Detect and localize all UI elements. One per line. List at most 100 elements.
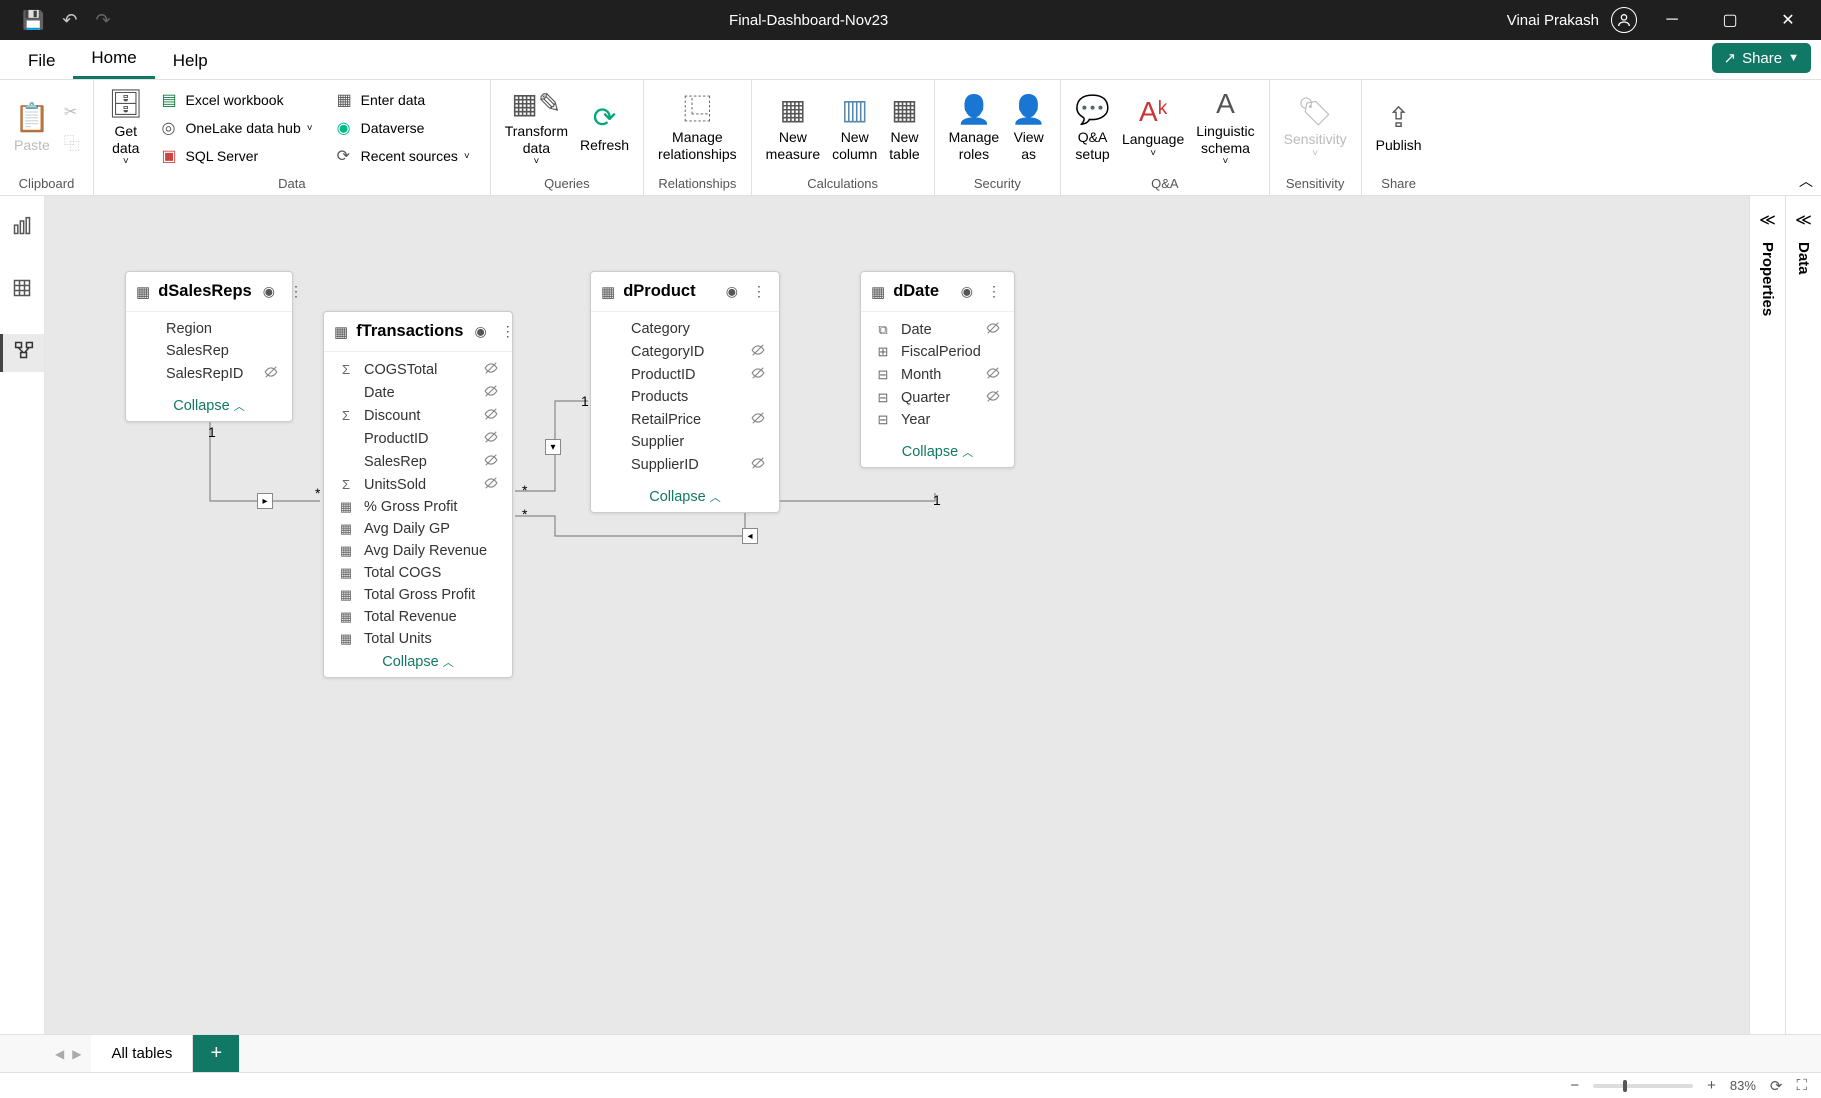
onelake-hub-button[interactable]: ◎OneLake data hub ˅ — [158, 115, 317, 141]
table-dsalesreps[interactable]: ▦ dSalesReps ◉ ⋮ RegionSalesRepSalesRepI… — [125, 271, 293, 422]
minimize-icon[interactable]: ─ — [1649, 11, 1695, 29]
manage-roles-button[interactable]: 👤Manageroles — [943, 84, 1006, 172]
copy-icon[interactable]: ⿻ — [64, 130, 80, 154]
more-options-icon[interactable]: ⋮ — [286, 283, 306, 300]
collapse-button[interactable]: Collapse ︿ — [324, 647, 512, 677]
sql-server-button[interactable]: ▣SQL Server — [158, 143, 317, 169]
table-field[interactable]: ΣDiscount — [324, 404, 512, 427]
table-field[interactable]: ▦% Gross Profit — [324, 496, 512, 518]
close-icon[interactable]: ✕ — [1765, 10, 1811, 30]
zoom-slider[interactable] — [1593, 1084, 1693, 1088]
cut-icon[interactable]: ✂ — [64, 102, 80, 122]
excel-workbook-button[interactable]: ▤Excel workbook — [158, 87, 317, 113]
table-ftransactions[interactable]: ▦ fTransactions ◉ ⋮ ΣCOGSTotalDateΣDisco… — [323, 311, 513, 678]
table-ddate[interactable]: ▦ dDate ◉ ⋮ ⧉Date⊞FiscalPeriod⊟Month⊟Qua… — [860, 271, 1015, 468]
table-field[interactable]: ⊟Month — [861, 363, 1014, 386]
ribbon-collapse-icon[interactable]: ︿ — [1799, 171, 1813, 191]
tab-home[interactable]: Home — [73, 40, 154, 79]
recent-sources-button[interactable]: ⟳Recent sources ˅ — [333, 143, 474, 169]
new-measure-button[interactable]: ▦Newmeasure — [760, 84, 826, 172]
properties-panel[interactable]: ≪ Properties — [1749, 196, 1785, 1034]
table-field[interactable]: SupplierID — [591, 453, 779, 476]
zoom-level[interactable]: 83% — [1730, 1078, 1756, 1093]
table-field[interactable]: Category — [591, 318, 779, 340]
table-field[interactable]: SalesRep — [126, 340, 292, 362]
table-field[interactable]: Date — [324, 381, 512, 404]
dataverse-button[interactable]: ◉Dataverse — [333, 115, 474, 141]
table-field[interactable]: ΣCOGSTotal — [324, 358, 512, 381]
data-view-icon[interactable] — [0, 272, 44, 310]
table-field[interactable]: ProductID — [324, 427, 512, 450]
visibility-icon[interactable]: ◉ — [260, 283, 278, 300]
table-field[interactable]: Products — [591, 386, 779, 408]
field-name: Quarter — [901, 390, 976, 406]
table-field[interactable]: ⊞FiscalPeriod — [861, 341, 1014, 363]
new-table-button[interactable]: ▦Newtable — [883, 84, 925, 172]
table-field[interactable]: SalesRepID — [126, 362, 292, 385]
cardinality-many: * — [313, 485, 322, 501]
table-field[interactable]: ProductID — [591, 363, 779, 386]
reset-zoom-icon[interactable]: ⟳ — [1770, 1077, 1783, 1095]
collapse-button[interactable]: Collapse ︿ — [861, 437, 1014, 467]
table-field[interactable]: Region — [126, 318, 292, 340]
add-tab-button[interactable]: + — [193, 1035, 239, 1072]
tab-all-tables[interactable]: All tables — [91, 1035, 193, 1072]
more-options-icon[interactable]: ⋮ — [749, 283, 769, 300]
user-avatar-icon[interactable] — [1611, 7, 1637, 33]
tab-file[interactable]: File — [10, 43, 73, 79]
table-field[interactable]: RetailPrice — [591, 408, 779, 431]
table-field[interactable]: ▦Total Revenue — [324, 606, 512, 628]
hidden-icon — [986, 389, 1000, 406]
maximize-icon[interactable]: ▢ — [1707, 10, 1753, 30]
model-canvas[interactable]: 1 * ▸ * 1 ▾ * 1 ◂ ▦ dSalesReps ◉ ⋮ Regio… — [45, 196, 1749, 1034]
table-field[interactable]: ▦Avg Daily GP — [324, 518, 512, 540]
more-options-icon[interactable]: ⋮ — [984, 283, 1004, 300]
collapse-button[interactable]: Collapse ︿ — [126, 391, 292, 421]
table-field[interactable]: CategoryID — [591, 340, 779, 363]
expand-panel-icon[interactable]: ≪ — [1759, 210, 1776, 230]
table-field[interactable]: ▦Total COGS — [324, 562, 512, 584]
cardinality-one: 1 — [931, 492, 943, 508]
language-button[interactable]: AᵏLanguage˅ — [1116, 84, 1190, 172]
share-button[interactable]: ↗ Share ▼ — [1712, 43, 1812, 73]
collapse-button[interactable]: Collapse ︿ — [591, 482, 779, 512]
field-type-icon: ⊟ — [875, 367, 891, 383]
tab-help[interactable]: Help — [155, 43, 226, 79]
table-field[interactable]: ▦Total Gross Profit — [324, 584, 512, 606]
next-tab-icon[interactable]: ▶ — [72, 1047, 81, 1061]
table-field[interactable]: Supplier — [591, 431, 779, 453]
table-field[interactable]: ▦Total Units — [324, 628, 512, 647]
refresh-button[interactable]: ⟳Refresh — [574, 84, 635, 172]
model-view-icon[interactable] — [0, 334, 44, 372]
new-column-button[interactable]: ▥Newcolumn — [826, 84, 883, 172]
manage-relationships-button[interactable]: ⿺Managerelationships — [652, 84, 743, 172]
view-as-button[interactable]: 👤Viewas — [1005, 84, 1052, 172]
undo-icon[interactable]: ↶ — [62, 10, 77, 31]
more-options-icon[interactable]: ⋮ — [498, 323, 518, 340]
table-field[interactable]: ΣUnitsSold — [324, 473, 512, 496]
visibility-icon[interactable]: ◉ — [471, 323, 489, 340]
visibility-icon[interactable]: ◉ — [958, 283, 976, 300]
table-field[interactable]: ⧉Date — [861, 318, 1014, 341]
linguistic-schema-button[interactable]: ALinguisticschema˅ — [1190, 84, 1260, 172]
transform-data-button[interactable]: ▦✎Transformdata˅ — [499, 84, 574, 172]
publish-button[interactable]: ⇪Publish — [1370, 84, 1428, 172]
redo-icon[interactable]: ↷ — [96, 10, 111, 31]
filter-direction-icon: ▸ — [257, 493, 273, 509]
table-field[interactable]: ⊟Year — [861, 409, 1014, 431]
field-name: ProductID — [631, 367, 741, 383]
table-field[interactable]: ⊟Quarter — [861, 386, 1014, 409]
table-dproduct[interactable]: ▦ dProduct ◉ ⋮ CategoryCategoryIDProduct… — [590, 271, 780, 513]
expand-panel-icon[interactable]: ≪ — [1795, 210, 1812, 230]
table-field[interactable]: ▦Avg Daily Revenue — [324, 540, 512, 562]
table-field[interactable]: SalesRep — [324, 450, 512, 473]
visibility-icon[interactable]: ◉ — [723, 283, 741, 300]
qa-setup-button[interactable]: 💬Q&Asetup — [1069, 84, 1116, 172]
enter-data-button[interactable]: ▦Enter data — [333, 87, 474, 113]
save-icon[interactable]: 💾 — [22, 10, 44, 31]
excel-icon: ▤ — [162, 90, 180, 110]
report-view-icon[interactable] — [0, 210, 44, 248]
prev-tab-icon[interactable]: ◀ — [55, 1047, 64, 1061]
get-data-button[interactable]: 🗄 Getdata ˅ — [102, 84, 150, 172]
data-panel[interactable]: ≪ Data — [1785, 196, 1821, 1034]
